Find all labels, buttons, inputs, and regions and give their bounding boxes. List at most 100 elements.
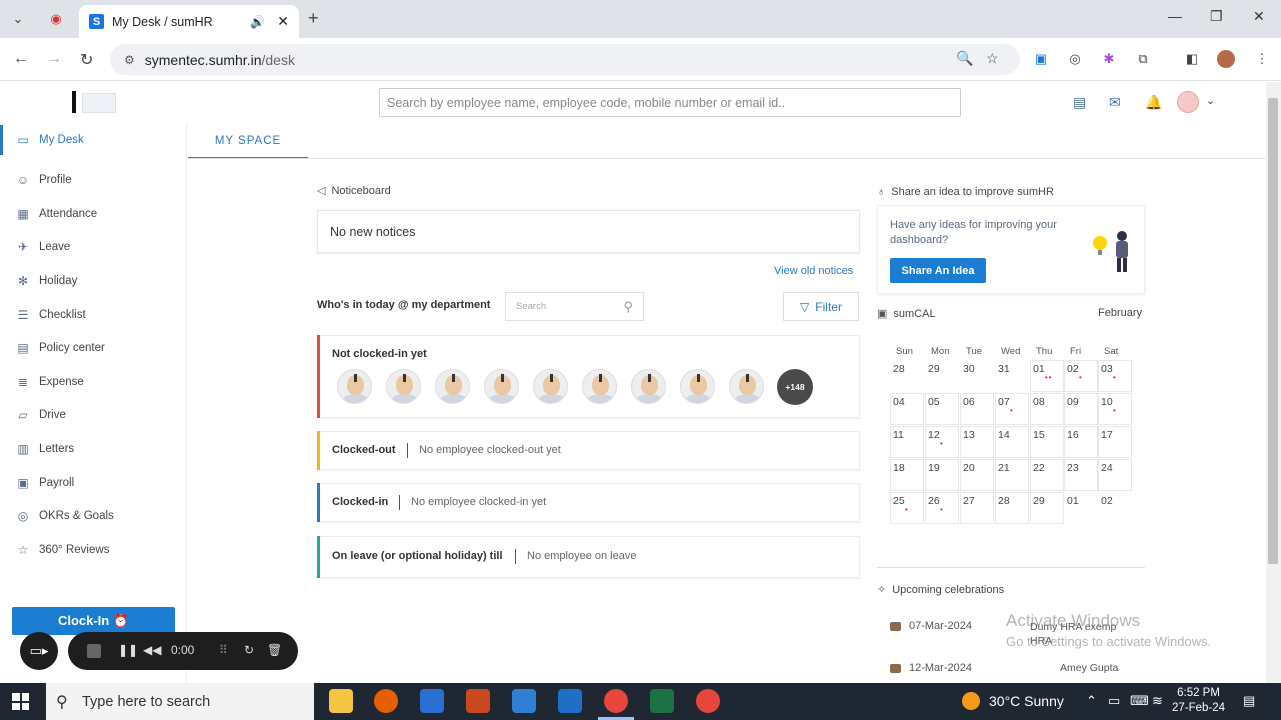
speaker-icon[interactable]: 🔊	[250, 15, 265, 29]
extensions-icon[interactable]: ⧉	[1134, 50, 1152, 68]
calendar-day[interactable]: 01 ••	[1030, 360, 1064, 392]
calendar-day[interactable]: 01	[1064, 492, 1098, 524]
calendar-day[interactable]: 28	[995, 492, 1029, 524]
sidebar-item-profile[interactable]: ☺ Profile	[0, 165, 187, 195]
close-tab-icon[interactable]: ✕	[277, 13, 289, 30]
calendar-day[interactable]: 08	[1030, 393, 1064, 425]
minimize-button[interactable]: —	[1168, 8, 1182, 24]
view-old-notices-link[interactable]: View old notices	[774, 265, 853, 277]
reload-icon[interactable]: ↻	[80, 50, 93, 70]
forward-icon[interactable]: →	[46, 50, 62, 68]
notifications-icon[interactable]: ▤	[1243, 693, 1255, 709]
extension-screen-icon[interactable]: ▣	[1032, 50, 1050, 68]
sidebar-item-my-desk[interactable]: ▭ My Desk	[0, 125, 187, 155]
employee-avatar[interactable]	[582, 369, 617, 404]
store-icon[interactable]	[558, 689, 582, 713]
calendar-day[interactable]: 26 •	[925, 492, 959, 524]
mail-icon[interactable]: ✉	[1109, 94, 1121, 111]
tab-search-icon[interactable]: ⌄	[8, 9, 28, 29]
calendar-day[interactable]: 17	[1098, 426, 1132, 458]
bookmark-star-icon[interactable]: ☆	[986, 50, 999, 67]
chevron-up-icon[interactable]: ⌃	[1086, 693, 1097, 709]
scrollbar-thumb[interactable]	[1268, 98, 1278, 564]
calendar-day[interactable]: 29	[925, 360, 959, 392]
calendar-day[interactable]: 15	[1030, 426, 1064, 458]
calendar-day[interactable]: 29	[1030, 492, 1064, 524]
sidebar-item-letters[interactable]: ▥ Letters	[0, 434, 187, 464]
search-icon[interactable]: ⚲	[623, 299, 633, 315]
weather-widget[interactable]: 30°C Sunny	[962, 692, 1064, 710]
side-panel-icon[interactable]: ◧	[1183, 50, 1201, 68]
company-logo[interactable]	[72, 91, 116, 115]
notification-bell-icon[interactable]: 🔔	[1145, 94, 1162, 111]
employee-avatar[interactable]	[435, 369, 470, 404]
calendar-day[interactable]: 02	[1098, 492, 1132, 524]
calendar-day[interactable]: 06	[960, 393, 994, 425]
calendar-day[interactable]: 02 •	[1064, 360, 1098, 392]
record-icon[interactable]: ◉	[46, 9, 66, 29]
calendar-day[interactable]: 16	[1064, 426, 1098, 458]
new-tab-button[interactable]: +	[308, 8, 319, 29]
zoom-icon[interactable]: 🔍	[956, 50, 973, 67]
extension-puzzle-colored-icon[interactable]: ✱	[1100, 50, 1118, 68]
app-icon[interactable]	[466, 689, 490, 713]
monitor-tray-icon[interactable]: ▭	[1108, 693, 1120, 709]
back-icon[interactable]: ←	[13, 50, 29, 68]
share-an-idea-button[interactable]: Share An Idea	[890, 258, 986, 283]
menu-kebab-icon[interactable]: ⋮	[1253, 50, 1271, 68]
sidebar-item-attendance[interactable]: ▦ Attendance	[0, 199, 187, 229]
calendar-day[interactable]: 05	[925, 393, 959, 425]
browser-tab-active[interactable]: S My Desk / sumHR 🔊 ✕	[79, 5, 299, 38]
extension-camera-icon[interactable]: ◎	[1066, 50, 1084, 68]
excel-icon[interactable]	[650, 689, 674, 713]
calendar-day[interactable]: 18	[890, 459, 924, 491]
chrome-icon[interactable]	[696, 689, 720, 713]
calendar-day[interactable]: 22	[1030, 459, 1064, 491]
clock-in-button[interactable]: Clock-In ⏰	[12, 607, 175, 635]
calendar-day[interactable]: 21	[995, 459, 1029, 491]
calendar-day[interactable]: 03 •	[1098, 360, 1132, 392]
file-explorer-icon[interactable]	[329, 689, 353, 713]
employee-avatar[interactable]	[729, 369, 764, 404]
calendar-day[interactable]: 07 •	[995, 393, 1029, 425]
calculator-icon[interactable]	[420, 689, 444, 713]
calendar-day[interactable]: 28	[890, 360, 924, 392]
celebration-row[interactable]: 07-Mar-2024	[890, 620, 972, 632]
employee-avatar[interactable]	[680, 369, 715, 404]
sidebar-item-policy-center[interactable]: ▤ Policy center	[0, 333, 187, 363]
trash-icon[interactable]: 🗑	[267, 643, 282, 657]
calendar-day[interactable]: 19	[925, 459, 959, 491]
calendar-day[interactable]: 25 •	[890, 492, 924, 524]
chevron-down-icon[interactable]: ⌄	[1206, 94, 1215, 107]
network-icon[interactable]: ⌨	[1130, 693, 1149, 709]
tab-my-space[interactable]: MY SPACE	[188, 124, 308, 159]
calendar-day[interactable]: 27	[960, 492, 994, 524]
employee-search-input[interactable]: Search by employee name, employee code, …	[379, 88, 961, 117]
employee-avatar[interactable]	[386, 369, 421, 404]
mail-app-icon[interactable]	[512, 689, 536, 713]
sidebar-item-payroll[interactable]: ▣ Payroll	[0, 468, 187, 498]
sidebar-item-expense[interactable]: ≣ Expense	[0, 367, 187, 397]
calendar-day[interactable]: 24	[1098, 459, 1132, 491]
site-info-icon[interactable]: ⚙	[124, 53, 135, 67]
calendar-day[interactable]: 10 •	[1098, 393, 1132, 425]
filter-button[interactable]: ▽ Filter	[783, 292, 859, 321]
celebration-row[interactable]: 12-Mar-2024	[890, 662, 972, 674]
calendar-day[interactable]: 20	[960, 459, 994, 491]
taskbar-clock[interactable]: 6:52 PM 27-Feb-24	[1172, 686, 1225, 716]
maximize-button[interactable]: ❐	[1210, 8, 1223, 25]
stop-recording-button[interactable]	[87, 644, 101, 658]
restart-icon[interactable]: ↻	[244, 643, 254, 657]
calendar-day[interactable]: 09	[1064, 393, 1098, 425]
more-employees-badge[interactable]: +148	[777, 369, 813, 405]
calendar-day[interactable]: 31	[995, 360, 1029, 392]
chrome-profile-icon[interactable]	[604, 689, 628, 713]
calendar-day[interactable]: 30	[960, 360, 994, 392]
employee-avatar[interactable]	[533, 369, 568, 404]
firefox-icon[interactable]	[374, 689, 398, 713]
grip-icon[interactable]: ⠿	[219, 643, 228, 657]
windows-start-icon[interactable]	[12, 693, 29, 710]
sidebar-item-okrs-goals[interactable]: ◎ OKRs & Goals	[0, 501, 187, 531]
clipboard-icon[interactable]: ▤	[1073, 94, 1086, 111]
sidebar-item-holiday[interactable]: ✻ Holiday	[0, 266, 187, 296]
